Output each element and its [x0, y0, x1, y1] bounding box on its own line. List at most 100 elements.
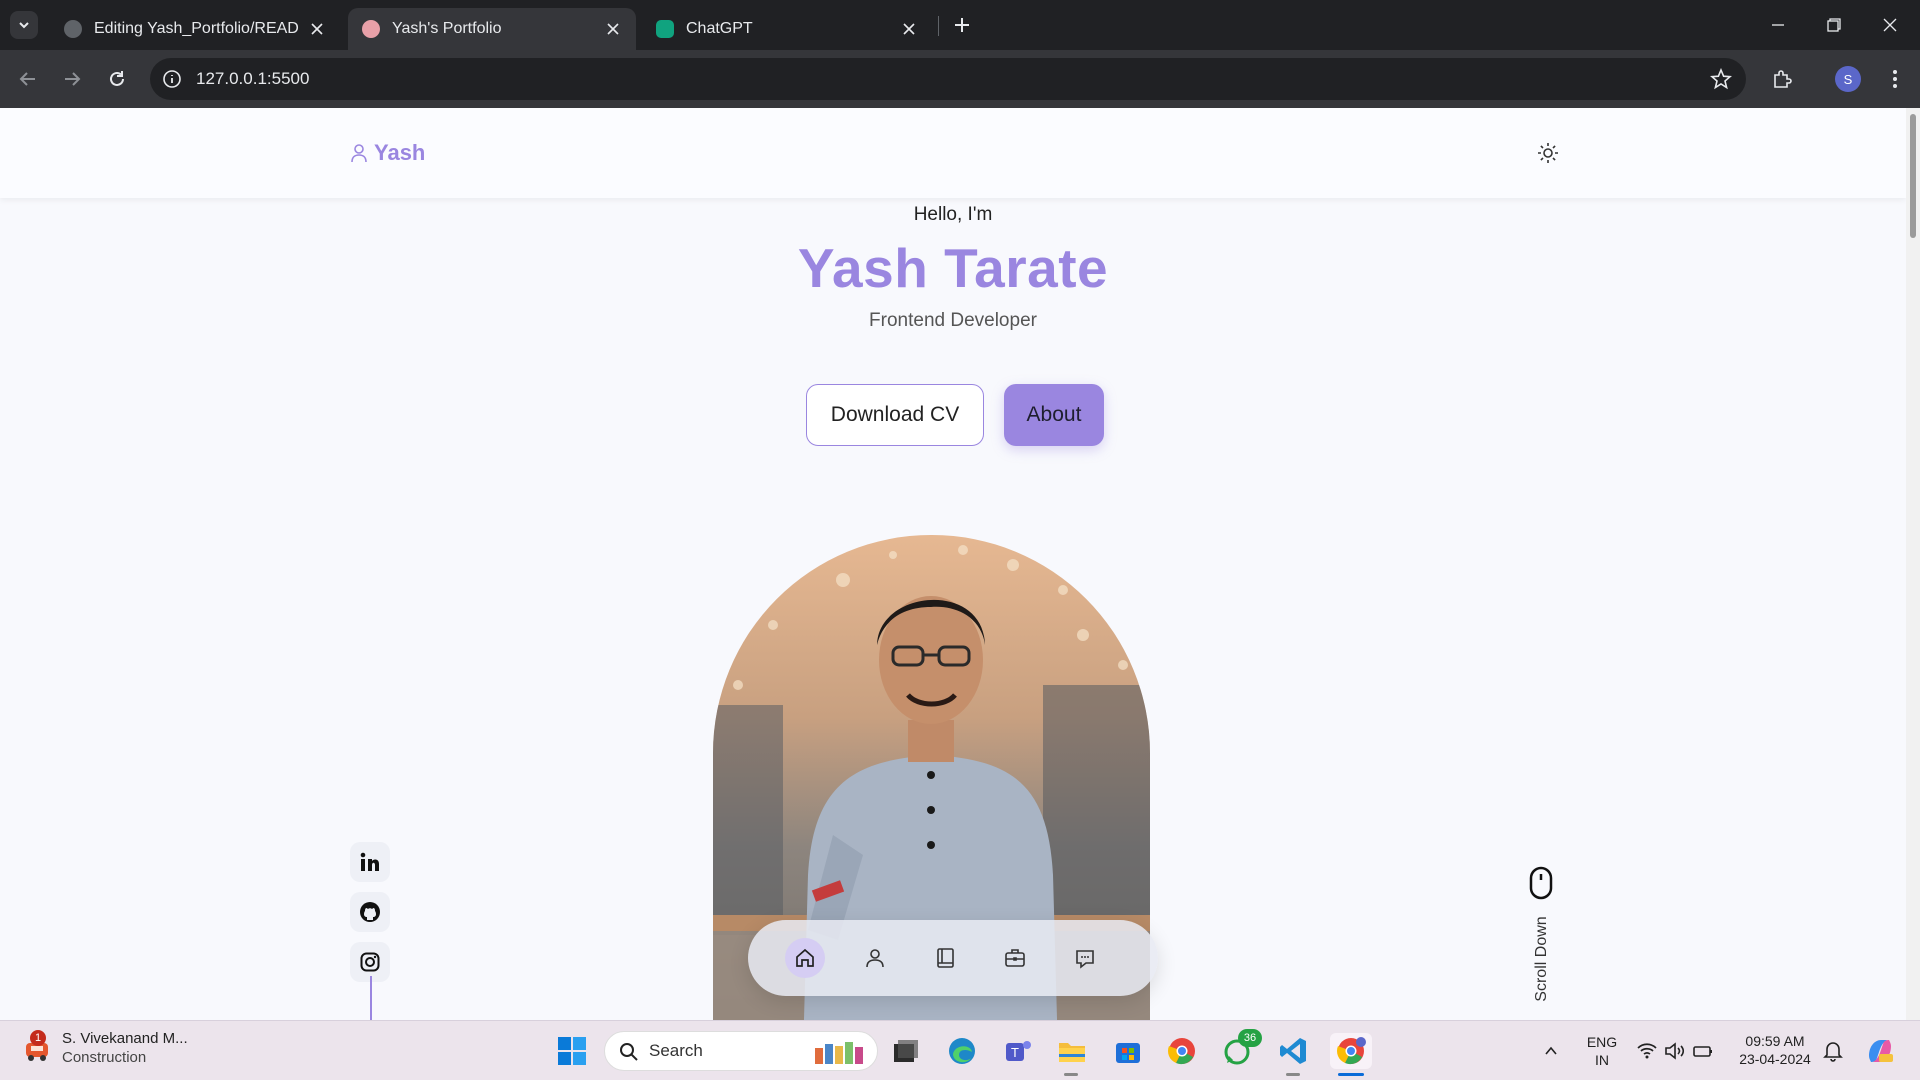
- page-viewport: Yash Hello, I'm Yash Tarate Frontend Dev…: [0, 108, 1906, 1020]
- tray-overflow-button[interactable]: [1536, 1033, 1566, 1069]
- restore-button[interactable]: [1806, 0, 1862, 50]
- scrollbar-thumb[interactable]: [1910, 114, 1916, 238]
- taskbar-teams[interactable]: T: [1000, 1033, 1036, 1069]
- greeting-text: Hello, I'm: [913, 204, 993, 225]
- clock-time: 09:59 AM: [1745, 1033, 1805, 1049]
- bookmark-star-icon[interactable]: [1710, 68, 1732, 90]
- windows-taskbar: 1 S. Vivekanand M... Construction Search…: [0, 1020, 1920, 1080]
- region-code: IN: [1595, 1052, 1609, 1068]
- sun-theme-toggle-icon[interactable]: [1536, 141, 1560, 165]
- taskbar-whatsapp[interactable]: 36: [1220, 1029, 1262, 1069]
- profile-avatar[interactable]: S: [1835, 66, 1861, 92]
- address-bar[interactable]: 127.0.0.1:5500: [150, 58, 1746, 100]
- running-indicator: [1286, 1073, 1300, 1076]
- taskbar-file-explorer[interactable]: [1054, 1033, 1090, 1069]
- github-icon: [360, 902, 380, 922]
- github-favicon-icon: [64, 20, 82, 38]
- reload-button[interactable]: [102, 64, 132, 94]
- download-cv-button[interactable]: Download CV: [806, 384, 984, 446]
- site-info-icon[interactable]: [162, 69, 182, 89]
- tab-separator: [938, 16, 939, 36]
- site-logo-link[interactable]: Yash: [350, 140, 425, 166]
- widget-title: S. Vivekanand M...: [62, 1030, 188, 1047]
- widget-subtitle: Construction: [62, 1049, 147, 1066]
- linkedin-icon: [360, 852, 379, 871]
- taskbar-store[interactable]: [1110, 1033, 1146, 1069]
- forward-button[interactable]: [57, 64, 87, 94]
- start-button[interactable]: [554, 1033, 590, 1069]
- battery-icon: [1693, 1046, 1712, 1057]
- wifi-icon: [1637, 1043, 1657, 1059]
- github-link[interactable]: [350, 892, 390, 932]
- copilot-icon: [1869, 1040, 1893, 1062]
- svg-text:T: T: [1011, 1045, 1019, 1060]
- language-indicator[interactable]: ENG IN: [1582, 1033, 1622, 1069]
- chrome-icon: [1168, 1038, 1195, 1065]
- extensions-button[interactable]: [1767, 64, 1797, 94]
- tab-label: Editing Yash_Portfolio/README.m: [94, 20, 300, 37]
- back-button[interactable]: [13, 64, 43, 94]
- minimize-icon: [1772, 24, 1784, 26]
- portfolio-favicon-icon: [362, 20, 380, 38]
- nav-home[interactable]: [785, 938, 825, 978]
- taskbar-search-box[interactable]: Search: [604, 1031, 878, 1071]
- floating-nav-bar: [748, 920, 1158, 996]
- running-indicator: [1064, 1073, 1078, 1076]
- new-tab-button[interactable]: [948, 11, 976, 39]
- page-scrollbar[interactable]: [1906, 108, 1920, 1020]
- close-icon: [1883, 18, 1897, 32]
- tab-search-button[interactable]: [10, 11, 38, 39]
- instagram-icon: [360, 952, 380, 972]
- task-view-icon: [894, 1040, 918, 1062]
- nav-skills[interactable]: [925, 938, 965, 978]
- minimize-button[interactable]: [1750, 0, 1806, 50]
- reload-icon: [110, 71, 124, 86]
- search-highlight-books-icon: [815, 1042, 863, 1064]
- scroll-down-label[interactable]: Scroll Down: [1533, 871, 1551, 1020]
- news-widget[interactable]: 1 S. Vivekanand M... Construction: [22, 1029, 188, 1067]
- user-icon: [866, 949, 884, 968]
- url-text[interactable]: 127.0.0.1:5500: [196, 69, 309, 89]
- tab-label: ChatGPT: [686, 20, 753, 37]
- bell-icon: [1823, 1042, 1843, 1062]
- book-icon: [937, 948, 954, 968]
- taskbar-chrome-active[interactable]: [1330, 1033, 1372, 1069]
- taskbar-chrome-pinned[interactable]: [1164, 1033, 1200, 1069]
- clock[interactable]: 09:59 AM 23-04-2024: [1730, 1032, 1820, 1068]
- close-tab-icon[interactable]: [308, 20, 326, 38]
- taskbar-edge[interactable]: [944, 1033, 980, 1069]
- taskbar-task-view[interactable]: [888, 1033, 924, 1069]
- active-indicator: [1338, 1073, 1364, 1076]
- message-icon: [1076, 950, 1094, 969]
- tab-strip: Editing Yash_Portfolio/README.m Yash's P…: [0, 0, 1920, 50]
- tab-github-readme[interactable]: Editing Yash_Portfolio/README.m: [50, 8, 340, 50]
- taskbar-vscode[interactable]: [1276, 1033, 1312, 1069]
- logo-text: Yash: [374, 140, 426, 165]
- close-window-button[interactable]: [1862, 0, 1918, 50]
- nav-work[interactable]: [995, 938, 1035, 978]
- windows-logo-icon: [558, 1037, 586, 1065]
- notifications-button[interactable]: [1818, 1033, 1848, 1069]
- browser-menu-button[interactable]: [1880, 64, 1910, 94]
- nav-contact[interactable]: [1065, 938, 1105, 978]
- close-tab-icon[interactable]: [900, 20, 918, 38]
- whatsapp-badge: 36: [1238, 1029, 1262, 1047]
- copilot-button[interactable]: [1862, 1033, 1898, 1069]
- vscode-icon: [1280, 1038, 1306, 1064]
- home-icon: [796, 948, 814, 967]
- widget-badge: 1: [30, 1030, 46, 1046]
- nav-about[interactable]: [855, 938, 895, 978]
- tab-portfolio[interactable]: Yash's Portfolio: [348, 8, 636, 50]
- about-button[interactable]: About: [1004, 384, 1104, 446]
- tab-chatgpt[interactable]: ChatGPT: [642, 8, 932, 50]
- store-icon: [1116, 1043, 1140, 1063]
- arrow-left-icon: [19, 72, 35, 86]
- puzzle-icon: [1774, 70, 1792, 88]
- browser-toolbar: 127.0.0.1:5500 S: [0, 50, 1920, 108]
- chrome-profile-icon: [1337, 1037, 1366, 1065]
- quick-settings-button[interactable]: [1632, 1033, 1718, 1069]
- user-icon: [351, 144, 367, 163]
- kebab-menu-icon: [1893, 70, 1897, 88]
- linkedin-link[interactable]: [350, 842, 390, 882]
- close-tab-icon[interactable]: [604, 20, 622, 38]
